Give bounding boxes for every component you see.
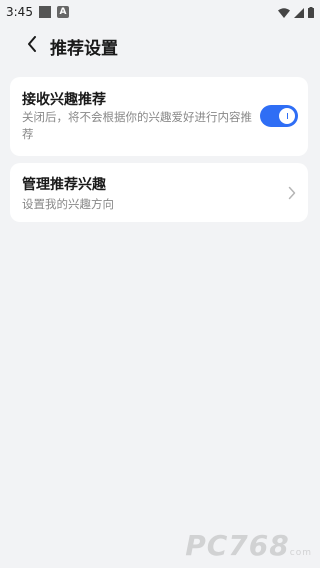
manage-interests-title: 管理推荐兴趣 <box>22 177 106 193</box>
interest-recommendation-card: 接收兴趣推荐 关闭后，将不会根据你的兴趣爱好进行内容推荐 <box>10 77 308 156</box>
interest-recommendation-description: 关闭后，将不会根据你的兴趣爱好进行内容推荐 <box>22 110 252 141</box>
watermark-logo: PC768com <box>185 529 312 562</box>
manage-interests-card[interactable]: 管理推荐兴趣 设置我的兴趣方向 <box>10 163 308 222</box>
chevron-right-icon <box>288 185 296 204</box>
wifi-icon <box>278 3 290 22</box>
back-button[interactable] <box>14 28 50 64</box>
a-notification-icon: A <box>56 6 69 18</box>
cellular-signal-icon <box>294 3 304 22</box>
chevron-left-icon <box>27 36 37 56</box>
header: 推荐设置 <box>0 28 320 64</box>
status-bar: 3:45 A <box>0 0 320 24</box>
page-title: 推荐设置 <box>50 38 118 59</box>
interest-recommendation-title: 接收兴趣推荐 <box>22 92 106 108</box>
toggle-on-indicator <box>286 113 288 119</box>
status-time: 3:45 <box>6 5 33 19</box>
watermark-sub: com <box>289 548 312 558</box>
interest-recommendation-toggle[interactable] <box>260 105 298 127</box>
battery-icon <box>308 3 314 22</box>
status-icons <box>278 3 314 22</box>
square-notification-icon <box>38 6 51 18</box>
manage-interests-description: 设置我的兴趣方向 <box>22 197 114 211</box>
toggle-knob <box>279 108 295 124</box>
watermark-text: PC768 <box>185 529 290 562</box>
